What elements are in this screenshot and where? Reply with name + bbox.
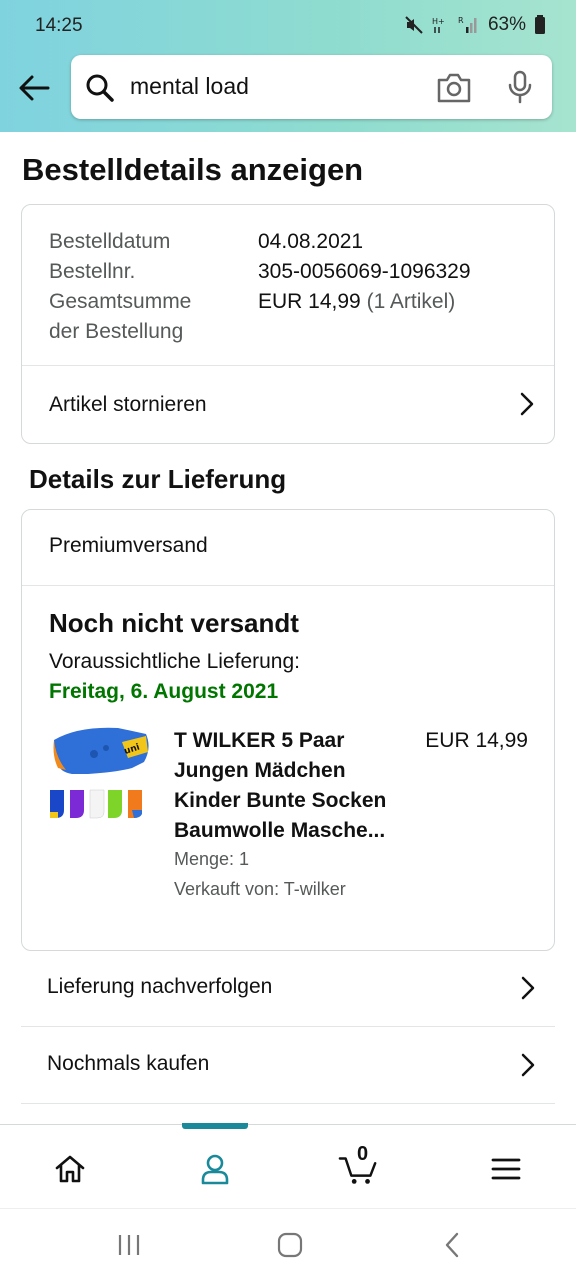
back-button[interactable] — [16, 70, 52, 106]
product-image[interactable]: uni — [48, 724, 152, 828]
signal-icon: R — [458, 16, 477, 33]
page-title: Bestelldetails anzeigen — [22, 152, 364, 187]
shipment-status: Noch nicht versandt — [49, 608, 299, 638]
chevron-left-icon — [445, 1232, 459, 1258]
chevron-right-icon — [521, 1053, 535, 1077]
delivery-card: Premiumversand Noch nicht versandt Vorau… — [21, 509, 555, 951]
active-tab-indicator — [182, 1123, 248, 1129]
search-icon — [86, 74, 114, 102]
order-summary-card: Bestelldatum 04.08.2021 Bestellnr. 305-0… — [21, 204, 555, 444]
track-delivery-row[interactable]: Lieferung nachverfolgen — [21, 951, 555, 1027]
product-price: EUR 14,99 — [425, 729, 528, 752]
hamburger-menu-icon — [491, 1158, 521, 1180]
network-icon: H+ — [432, 17, 445, 33]
user-icon — [201, 1154, 229, 1185]
svg-text:H+: H+ — [432, 17, 445, 26]
chevron-right-icon — [520, 392, 534, 416]
nav-menu[interactable] — [486, 1149, 526, 1189]
search-input[interactable]: mental load — [71, 55, 552, 119]
order-total-label-line2: der Bestellung — [49, 320, 184, 343]
cancel-items-row[interactable]: Artikel stornieren — [22, 366, 554, 443]
recent-apps-button[interactable] — [109, 1229, 149, 1261]
order-total-value: EUR 14,99 (1 Artikel) — [258, 287, 455, 317]
cart-count-badge: 0 — [357, 1143, 369, 1165]
bottom-navigation: 0 — [0, 1124, 576, 1208]
microphone-icon[interactable] — [506, 70, 534, 104]
order-date-label: Bestelldatum — [49, 230, 171, 253]
home-circle-icon — [277, 1232, 303, 1258]
status-icons: H+ R 63% — [404, 14, 546, 36]
nav-account[interactable] — [195, 1149, 235, 1189]
app-header: 14:25 H+ R 63% mental load — [0, 0, 576, 132]
search-query[interactable]: mental load — [130, 73, 249, 100]
shipping-method: Premiumversand — [49, 534, 208, 557]
product-quantity: Menge: 1 — [174, 849, 250, 869]
chevron-right-icon — [521, 976, 535, 1000]
order-number-label: Bestellnr. — [49, 260, 136, 283]
svg-text:R: R — [458, 16, 464, 25]
recent-apps-icon — [118, 1235, 140, 1255]
buy-again-row[interactable]: Nochmals kaufen — [21, 1028, 555, 1104]
delivery-section-title: Details zur Lieferung — [29, 464, 287, 494]
camera-icon[interactable] — [436, 72, 472, 104]
order-total-label-line1: Gesamtsumme — [49, 290, 192, 313]
order-date-value: 04.08.2021 — [258, 230, 364, 253]
home-button[interactable] — [270, 1229, 310, 1261]
product-title[interactable]: T WILKER 5 Paar Jungen Mädchen Kinder Bu… — [174, 726, 406, 846]
home-icon — [55, 1155, 85, 1183]
eta-date: Freitag, 6. August 2021 — [49, 680, 279, 703]
status-time: 14:25 — [35, 15, 83, 36]
order-total-amount: EUR 14,99 — [258, 290, 361, 313]
battery-icon — [535, 15, 545, 34]
system-navigation-bar — [0, 1208, 576, 1280]
nav-home[interactable] — [50, 1149, 90, 1189]
nav-cart[interactable]: 0 — [338, 1143, 378, 1189]
product-seller: Verkauft von: T-wilker — [174, 879, 346, 899]
buy-again-label: Nochmals kaufen — [47, 1052, 210, 1075]
track-delivery-label: Lieferung nachverfolgen — [47, 975, 273, 998]
cancel-items-label: Artikel stornieren — [49, 392, 207, 416]
order-item-count: (1 Artikel) — [366, 290, 456, 313]
arrow-left-icon — [19, 75, 50, 101]
divider — [22, 585, 554, 586]
system-back-button[interactable] — [432, 1229, 472, 1261]
order-number-value: 305-0056069-1096329 — [258, 260, 471, 283]
battery-percent: 63% — [487, 14, 526, 35]
mute-icon — [405, 16, 423, 34]
eta-label: Voraussichtliche Lieferung: — [49, 650, 300, 673]
